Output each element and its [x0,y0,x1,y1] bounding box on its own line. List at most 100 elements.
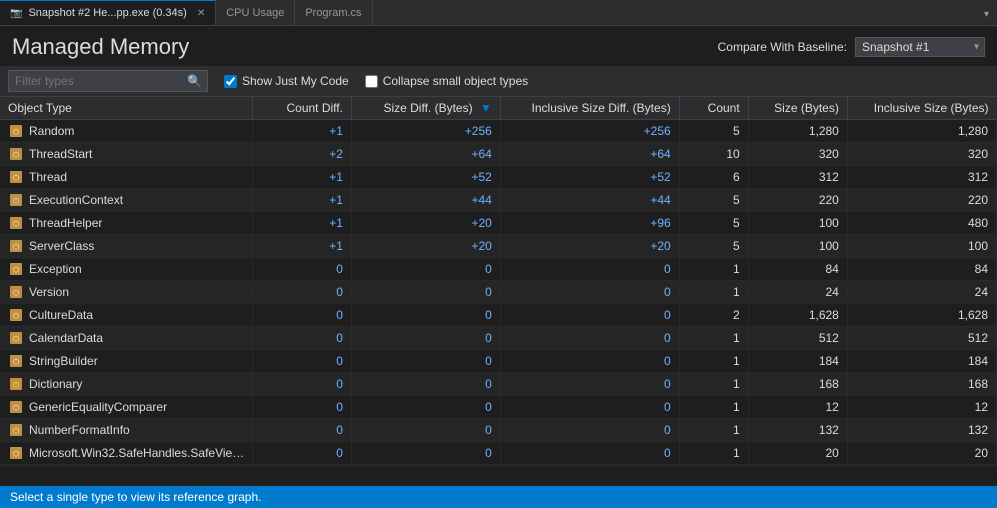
table-cell: 0 [253,281,352,304]
table-cell: 5 [679,235,748,258]
table-row[interactable]: ⬡ GenericEqualityComparer 00011212 [0,396,997,419]
tab-bar-right: ▾ [984,6,997,20]
table-row[interactable]: ⬡ Microsoft.Win32.SafeHandles.SafeVie… 0… [0,442,997,465]
svg-text:⬡: ⬡ [13,151,19,159]
table-cell: +1 [253,166,352,189]
table-row[interactable]: ⬡ Exception 00018484 [0,258,997,281]
page-title-bar: Managed Memory Compare With Baseline: Sn… [0,26,997,66]
table-cell: 12 [748,396,847,419]
svg-text:⬡: ⬡ [13,174,19,182]
table-row[interactable]: ⬡ NumberFormatInfo 0001132132 [0,419,997,442]
table-row[interactable]: ⬡ StringBuilder 0001184184 [0,350,997,373]
table-cell: 0 [351,465,500,468]
col-object-type[interactable]: Object Type [0,97,253,120]
filter-wrapper: 🔍 [8,70,208,92]
object-type-name: ExecutionContext [29,193,123,207]
col-size-diff[interactable]: Size Diff. (Bytes) ▼ [351,97,500,120]
table-cell: 1,628 [847,304,996,327]
collapse-small-checkbox[interactable] [365,75,378,88]
table-cell: 1 [679,281,748,304]
table-cell: 1 [679,465,748,468]
col-count[interactable]: Count [679,97,748,120]
collapse-small-label: Collapse small object types [383,74,528,88]
table-row[interactable]: ⬡ Microsoft.Win32.SafeHandles.SafeFile 0… [0,465,997,468]
tab-overflow-icon[interactable]: ▾ [984,9,989,20]
table-cell: 5 [679,120,748,143]
tab-program[interactable]: Program.cs [295,0,372,25]
compare-dropdown[interactable]: Snapshot #1 [855,37,985,57]
table-cell: +1 [253,212,352,235]
table-row[interactable]: ⬡ Random +1+256+25651,2801,280 [0,120,997,143]
table-cell: 0 [500,396,679,419]
sort-arrow-icon: ▼ [480,101,492,115]
table-row[interactable]: ⬡ Thread +1+52+526312312 [0,166,997,189]
table-cell: 168 [748,373,847,396]
table-cell: 24 [748,281,847,304]
object-type-name: Dictionary [29,377,82,391]
object-type-name: CultureData [29,308,93,322]
table-cell: 100 [847,235,996,258]
show-just-my-code-group[interactable]: Show Just My Code [224,74,349,88]
filter-input[interactable] [8,70,208,92]
object-type-name: CalendarData [29,331,103,345]
tab-snapshot2-close[interactable]: ✕ [197,8,205,19]
table-cell: 1 [679,350,748,373]
table-header-row: Object Type Count Diff. Size Diff. (Byte… [0,97,997,120]
table-cell: 0 [253,350,352,373]
object-type-icon: ⬡ [8,445,24,461]
tab-snapshot2[interactable]: 📷 Snapshot #2 He...pp.exe (0.34s) ✕ [0,0,216,25]
table-row[interactable]: ⬡ ThreadHelper +1+20+965100480 [0,212,997,235]
table-cell: +44 [500,189,679,212]
table-cell: +1 [253,189,352,212]
toolbar: 🔍 Show Just My Code Collapse small objec… [0,66,997,97]
object-type-icon: ⬡ [8,330,24,346]
object-type-icon: ⬡ [8,353,24,369]
table-row[interactable]: ⬡ ThreadStart +2+64+6410320320 [0,143,997,166]
col-size[interactable]: Size (Bytes) [748,97,847,120]
object-type-icon: ⬡ [8,284,24,300]
collapse-small-group[interactable]: Collapse small object types [365,74,528,88]
table-row[interactable]: ⬡ Dictionary 0001168168 [0,373,997,396]
table-row[interactable]: ⬡ CalendarData 0001512512 [0,327,997,350]
col-count-diff[interactable]: Count Diff. [253,97,352,120]
table-row[interactable]: ⬡ ServerClass +1+20+205100100 [0,235,997,258]
table-cell: 0 [253,327,352,350]
object-type-icon: ⬡ [8,238,24,254]
svg-text:⬡: ⬡ [13,381,19,389]
object-type-icon: ⬡ [8,192,24,208]
table-row[interactable]: ⬡ ExecutionContext +1+44+445220220 [0,189,997,212]
object-type-name: Version [29,285,69,299]
table-cell: 0 [253,419,352,442]
table-cell: +64 [500,143,679,166]
show-just-my-code-checkbox[interactable] [224,75,237,88]
table-cell: 12 [847,396,996,419]
page-title: Managed Memory [12,34,189,60]
col-inclusive-size-diff[interactable]: Inclusive Size Diff. (Bytes) [500,97,679,120]
table-cell: 220 [748,189,847,212]
table-cell: +20 [351,235,500,258]
tab-cpu-label: CPU Usage [226,7,284,19]
tab-cpu[interactable]: CPU Usage [216,0,295,25]
table-cell: 0 [500,442,679,465]
table-cell: 220 [847,189,996,212]
table-cell: 320 [847,143,996,166]
svg-text:⬡: ⬡ [13,243,19,251]
table-cell: 0 [351,373,500,396]
table-row[interactable]: ⬡ Version 00012424 [0,281,997,304]
table-cell: 1 [679,373,748,396]
svg-text:⬡: ⬡ [13,312,19,320]
object-type-name: Microsoft.Win32.SafeHandles.SafeVie… [29,446,244,460]
table-body: ⬡ Random +1+256+25651,2801,280 ⬡ ThreadS… [0,120,997,468]
object-type-icon: ⬡ [8,261,24,277]
table-cell: 0 [500,350,679,373]
svg-text:⬡: ⬡ [13,450,19,458]
table-cell: 0 [500,281,679,304]
table-cell: 320 [748,143,847,166]
table-cell: 1,280 [748,120,847,143]
table-container[interactable]: Object Type Count Diff. Size Diff. (Byte… [0,97,997,467]
col-inclusive-size[interactable]: Inclusive Size (Bytes) [847,97,996,120]
object-type-name: ServerClass [29,239,94,253]
table-cell: 132 [748,419,847,442]
table-row[interactable]: ⬡ CultureData 00021,6281,628 [0,304,997,327]
table-cell: 20 [748,442,847,465]
